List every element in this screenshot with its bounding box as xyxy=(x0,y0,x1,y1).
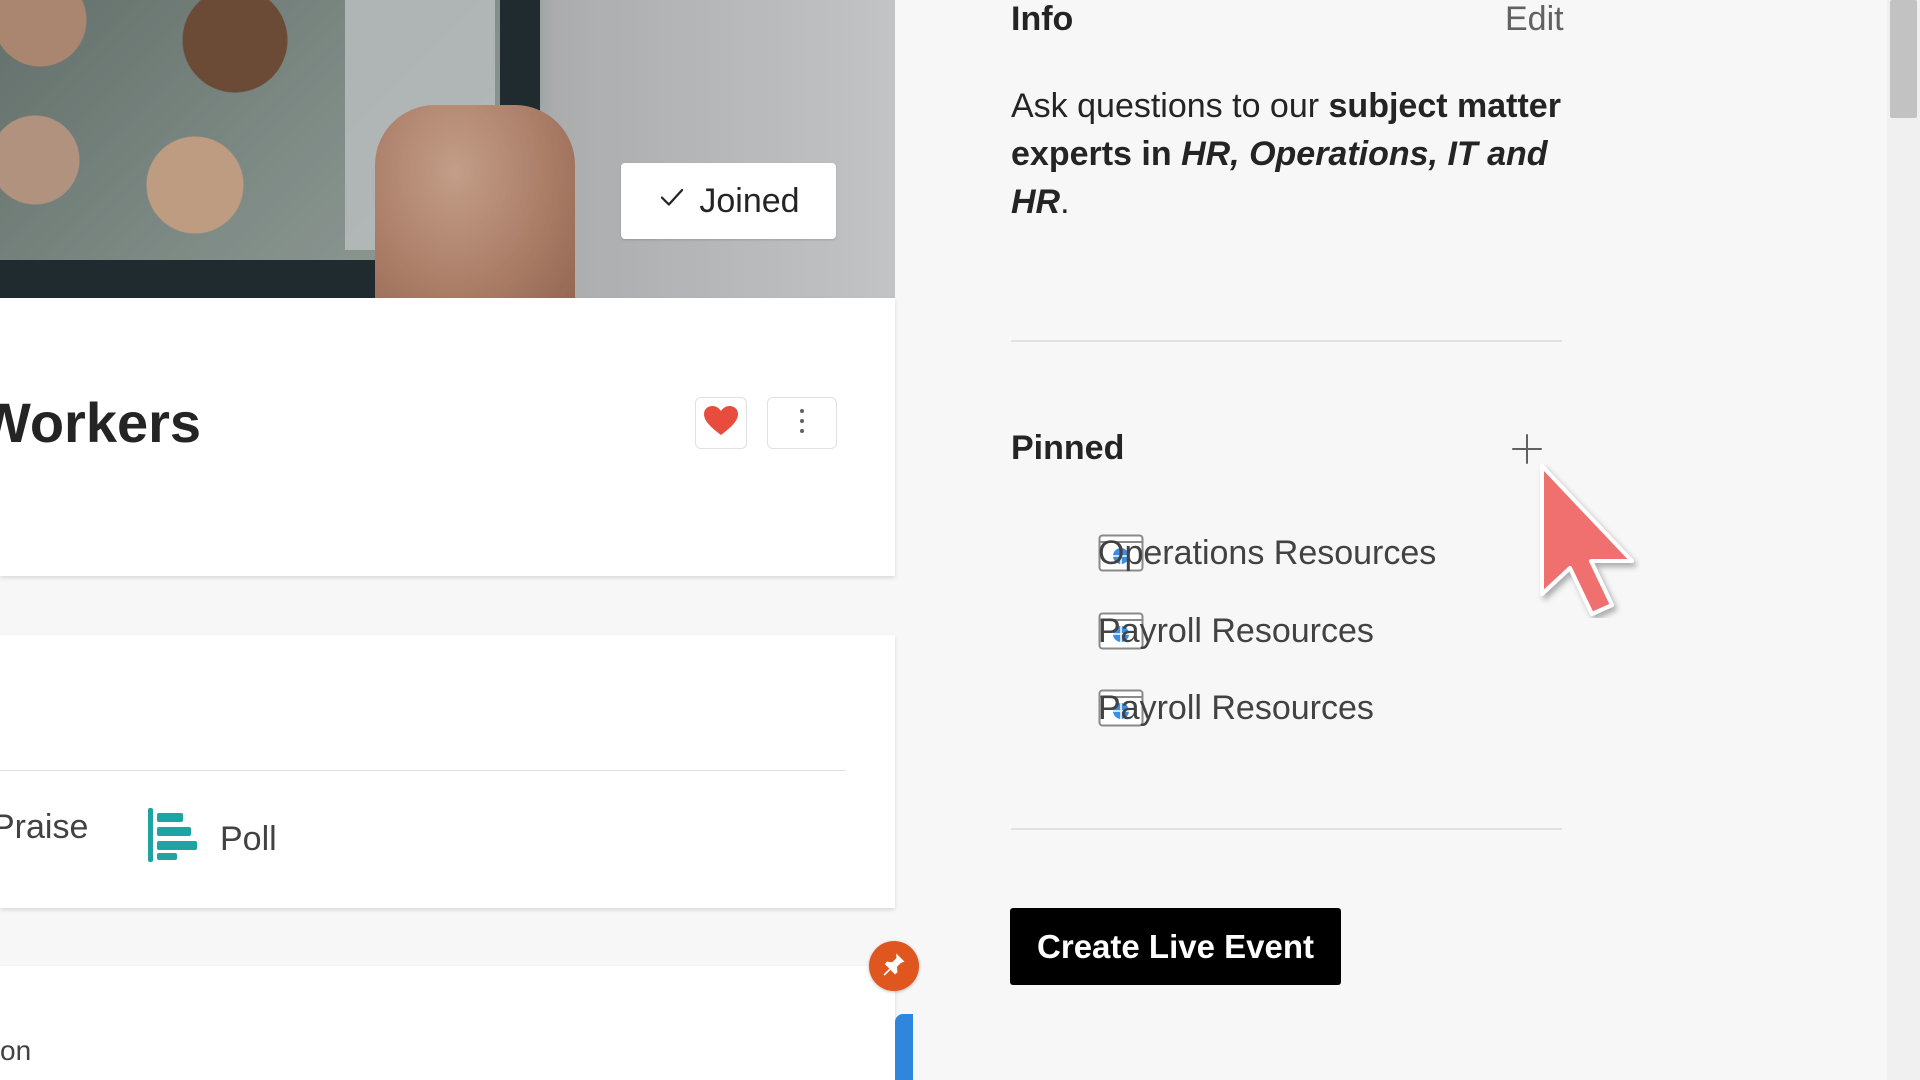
pinned-heading: Pinned xyxy=(1011,429,1125,467)
praise-button[interactable]: Praise xyxy=(0,808,88,847)
description-plain: Ask questions to our xyxy=(1011,87,1329,125)
pin-icon xyxy=(880,950,908,983)
pinned-post-badge xyxy=(869,941,919,991)
scrollbar-thumb[interactable] xyxy=(1890,0,1917,118)
praise-label: Praise xyxy=(0,808,89,846)
group-header-card: Workers xyxy=(0,298,895,576)
joined-button[interactable]: Joined xyxy=(621,163,836,239)
mouse-pointer-icon xyxy=(1536,462,1640,618)
pinned-item-label: Payroll Resources xyxy=(1098,612,1374,650)
joined-label: Joined xyxy=(699,181,800,220)
poll-button[interactable]: Poll xyxy=(146,808,277,871)
post-card: on xyxy=(0,966,895,1080)
add-pinned-button[interactable] xyxy=(1510,432,1544,466)
info-heading: Info xyxy=(1011,0,1074,38)
section-divider xyxy=(1011,828,1562,830)
app-window: Joined Workers Praise Poll on Info Edit … xyxy=(0,0,1920,1080)
description-end: . xyxy=(1060,183,1070,221)
section-divider xyxy=(1011,340,1562,342)
pinned-item-label: Operations Resources xyxy=(1098,534,1437,572)
create-live-event-button[interactable]: Create Live Event xyxy=(1010,908,1341,985)
pinned-item-label: Payroll Resources xyxy=(1098,689,1374,727)
poll-icon xyxy=(146,808,198,871)
poll-label: Poll xyxy=(220,820,277,858)
heart-icon xyxy=(703,405,739,442)
edit-info-link[interactable]: Edit xyxy=(1505,0,1564,39)
scrollbar-track[interactable] xyxy=(1887,0,1920,1080)
side-panel-edge xyxy=(895,1014,913,1080)
checkmark-icon xyxy=(657,182,687,221)
more-options-button[interactable] xyxy=(767,397,837,449)
compose-divider xyxy=(0,770,846,771)
more-vertical-icon xyxy=(799,408,805,439)
plus-icon xyxy=(1510,434,1544,470)
favorite-button[interactable] xyxy=(695,397,747,449)
group-description: Ask questions to our subject matter expe… xyxy=(1011,82,1571,226)
compose-card: Praise Poll xyxy=(0,635,895,908)
group-cover-image xyxy=(0,0,895,298)
post-snippet: on xyxy=(0,1035,32,1066)
group-name: Workers xyxy=(0,391,202,454)
